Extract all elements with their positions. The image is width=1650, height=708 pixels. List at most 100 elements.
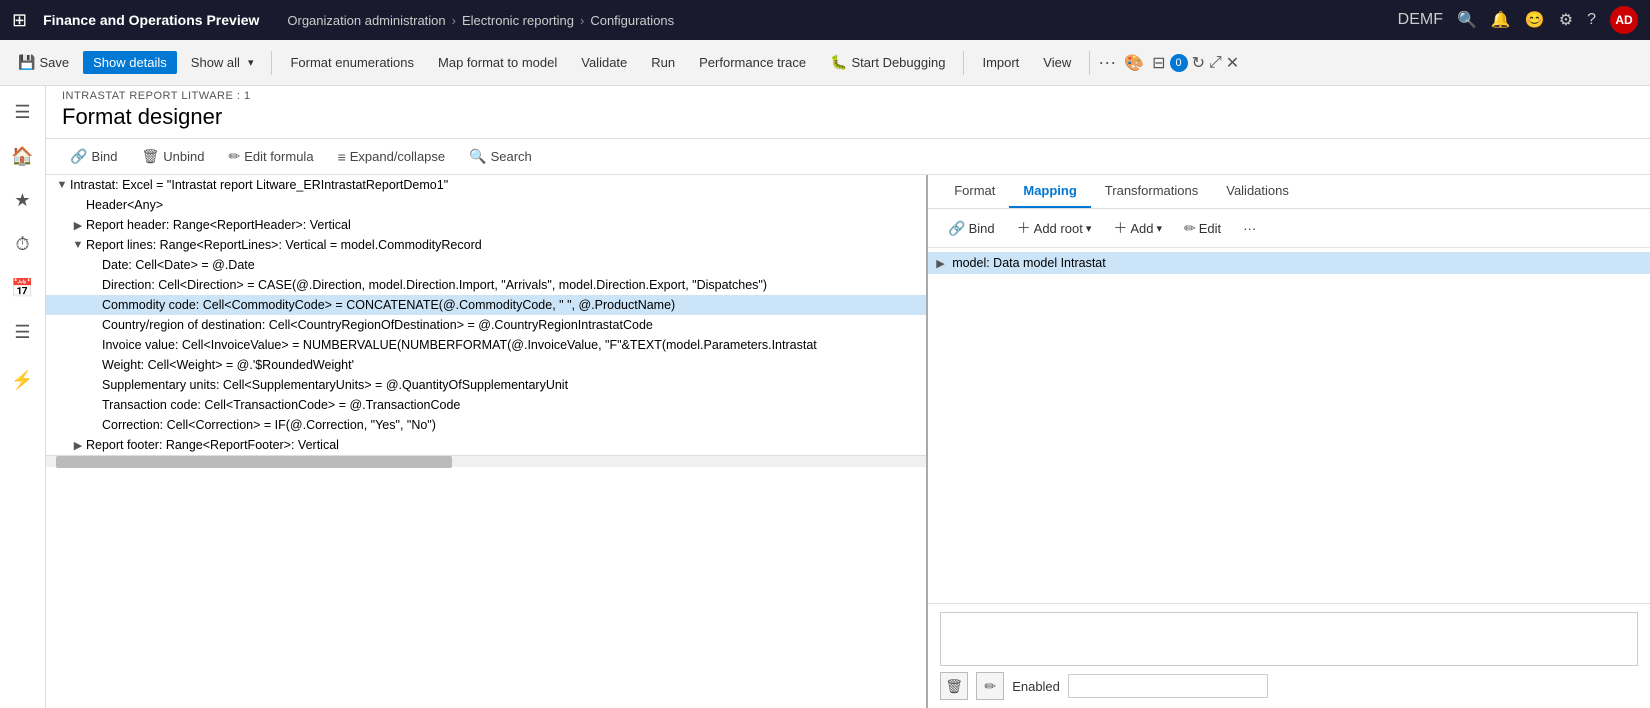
breadcrumb-org[interactable]: Organization administration	[287, 13, 445, 28]
save-button[interactable]: 💾 Save	[8, 50, 79, 75]
tree-item[interactable]: Direction: Cell<Direction> = CASE(@.Dire…	[46, 275, 926, 295]
add-icon: ＋	[1113, 218, 1127, 238]
bind-icon: 🔗	[70, 148, 87, 165]
tree-item[interactable]: Supplementary units: Cell<SupplementaryU…	[46, 375, 926, 395]
formula-textarea[interactable]	[940, 612, 1638, 666]
add-root-button[interactable]: ＋ Add root ▾	[1009, 215, 1100, 241]
bottom-actions: 🗑 ✏ Enabled	[940, 672, 1638, 700]
model-item[interactable]: ▶ model: Data model Intrastat	[928, 252, 1650, 274]
model-expand-icon: ▶	[936, 257, 952, 270]
page-header: INTRASTAT REPORT LITWARE : 1 Format desi…	[46, 86, 1650, 139]
show-details-button[interactable]: Show details	[83, 51, 177, 74]
tree-item-label: Header<Any>	[86, 198, 918, 212]
toolbar-more-icon[interactable]: ···	[1098, 52, 1116, 73]
help-icon[interactable]: ?	[1587, 11, 1596, 29]
split-pane: ▼Intrastat: Excel = "Intrastat report Li…	[46, 175, 1650, 708]
tree-item[interactable]: Correction: Cell<Correction> = IF(@.Corr…	[46, 415, 926, 435]
search-icon[interactable]: 🔍	[1457, 10, 1477, 30]
map-format-to-model-button[interactable]: Map format to model	[428, 51, 567, 74]
right-bind-button[interactable]: 🔗 Bind	[940, 217, 1002, 240]
expand-collapse-button[interactable]: ≡ Expand/collapse	[330, 146, 454, 168]
add-button[interactable]: ＋ Add ▾	[1105, 215, 1170, 241]
toolbar-badge: 0	[1170, 54, 1188, 72]
tree-pane: ▼Intrastat: Excel = "Intrastat report Li…	[46, 175, 928, 708]
sidebar-clock-icon[interactable]: ⏱	[5, 226, 41, 262]
tree-item[interactable]: Date: Cell<Date> = @.Date	[46, 255, 926, 275]
page-subtitle: INTRASTAT REPORT LITWARE : 1	[62, 90, 1634, 102]
performance-trace-button[interactable]: Performance trace	[689, 51, 816, 74]
toolbar-palette-icon[interactable]: 🎨	[1124, 53, 1144, 73]
breadcrumb-er[interactable]: Electronic reporting	[462, 13, 574, 28]
debug-icon: 🐛	[830, 54, 847, 71]
validate-button[interactable]: Validate	[571, 51, 637, 74]
sidebar-calendar-icon[interactable]: 📅	[5, 270, 41, 306]
tree-item[interactable]: Header<Any>	[46, 195, 926, 215]
layout: ☰ 🏠 ★ ⏱ 📅 ☰ ⚡ INTRASTAT REPORT LITWARE :…	[0, 86, 1650, 708]
unbind-button[interactable]: 🗑 Unbind	[133, 145, 212, 168]
edit-button[interactable]: ✏ Edit	[1176, 217, 1229, 240]
scrollbar-thumb[interactable]	[56, 456, 452, 468]
bind-button[interactable]: 🔗 Bind	[62, 145, 125, 168]
tree-item-label: Intrastat: Excel = "Intrastat report Lit…	[70, 178, 918, 192]
search-action-icon: 🔍	[469, 148, 486, 165]
tab-validations[interactable]: Validations	[1212, 175, 1303, 208]
sidebar-menu-icon[interactable]: ☰	[5, 94, 41, 130]
action-toolbar: 🔗 Bind 🗑 Unbind ✏ Edit formula ≡ Expand/…	[46, 139, 1650, 175]
top-right-icons: DEMF 🔍 🔔 😊 ⚙ ? AD	[1398, 6, 1638, 34]
tree-item[interactable]: ▶Report header: Range<ReportHeader>: Ver…	[46, 215, 926, 235]
tab-mapping[interactable]: Mapping	[1009, 175, 1090, 208]
tree-item-label: Date: Cell<Date> = @.Date	[102, 258, 918, 272]
edit-icon-button[interactable]: ✏	[976, 672, 1004, 700]
tree-item[interactable]: ▼Intrastat: Excel = "Intrastat report Li…	[46, 175, 926, 195]
sidebar-list-icon[interactable]: ☰	[5, 314, 41, 350]
show-all-button[interactable]: Show all	[181, 51, 264, 74]
format-enumerations-button[interactable]: Format enumerations	[280, 51, 424, 74]
delete-icon-button[interactable]: 🗑	[940, 672, 968, 700]
model-tree: ▶ model: Data model Intrastat	[928, 248, 1650, 603]
toolbar-expand-icon[interactable]: ⤢	[1209, 54, 1222, 72]
toolbar-refresh-icon[interactable]: ↻	[1192, 53, 1205, 73]
sidebar-home-icon[interactable]: 🏠	[5, 138, 41, 174]
tree-item-label: Direction: Cell<Direction> = CASE(@.Dire…	[102, 278, 918, 292]
unbind-icon: 🗑	[141, 148, 159, 165]
start-debugging-button[interactable]: 🐛 Start Debugging	[820, 50, 955, 75]
tree-item-label: Report lines: Range<ReportLines>: Vertic…	[86, 238, 918, 252]
toolbar-split-icon[interactable]: ⊟	[1152, 53, 1165, 73]
bell-icon[interactable]: 🔔	[1491, 10, 1511, 30]
avatar[interactable]: AD	[1610, 6, 1638, 34]
tree-item[interactable]: ▼Report lines: Range<ReportLines>: Verti…	[46, 235, 926, 255]
right-tabs: Format Mapping Transformations Validatio…	[928, 175, 1650, 209]
tree-item-label: Report header: Range<ReportHeader>: Vert…	[86, 218, 918, 232]
toolbar-sep-1	[271, 51, 272, 75]
more-button[interactable]: ···	[1235, 218, 1264, 239]
app-grid-icon[interactable]: ⊞	[12, 10, 27, 31]
gear-icon[interactable]: ⚙	[1559, 10, 1573, 30]
toolbar-sep-2	[963, 51, 964, 75]
sidebar-filter-icon[interactable]: ⚡	[5, 362, 41, 398]
enabled-label: Enabled	[1012, 679, 1060, 694]
enabled-input[interactable]	[1068, 674, 1268, 698]
horizontal-scrollbar[interactable]	[46, 455, 926, 467]
import-button[interactable]: Import	[972, 51, 1029, 74]
search-button[interactable]: 🔍 Search	[461, 145, 540, 168]
right-bind-icon: 🔗	[948, 220, 965, 237]
tree-item[interactable]: Commodity code: Cell<CommodityCode> = CO…	[46, 295, 926, 315]
tree-item[interactable]: Transaction code: Cell<TransactionCode> …	[46, 395, 926, 415]
tree-item[interactable]: Weight: Cell<Weight> = @.'$RoundedWeight…	[46, 355, 926, 375]
tree-item[interactable]: Country/region of destination: Cell<Coun…	[46, 315, 926, 335]
tree-item[interactable]: ▶Report footer: Range<ReportFooter>: Ver…	[46, 435, 926, 455]
tab-transformations[interactable]: Transformations	[1091, 175, 1212, 208]
add-root-icon: ＋	[1017, 218, 1031, 238]
top-nav: ⊞ Finance and Operations Preview Organiz…	[0, 0, 1650, 40]
sidebar-star-icon[interactable]: ★	[5, 182, 41, 218]
breadcrumb-config[interactable]: Configurations	[590, 13, 674, 28]
view-button[interactable]: View	[1033, 51, 1081, 74]
run-button[interactable]: Run	[641, 51, 685, 74]
tree-item[interactable]: Invoice value: Cell<InvoiceValue> = NUMB…	[46, 335, 926, 355]
model-item-label: model: Data model Intrastat	[952, 256, 1106, 270]
edit-formula-button[interactable]: ✏ Edit formula	[220, 145, 321, 168]
toolbar-close-icon[interactable]: ✕	[1226, 53, 1239, 73]
user-icon[interactable]: 😊	[1525, 10, 1545, 30]
tab-format[interactable]: Format	[940, 175, 1009, 208]
breadcrumb-sep-1: ›	[452, 13, 456, 28]
